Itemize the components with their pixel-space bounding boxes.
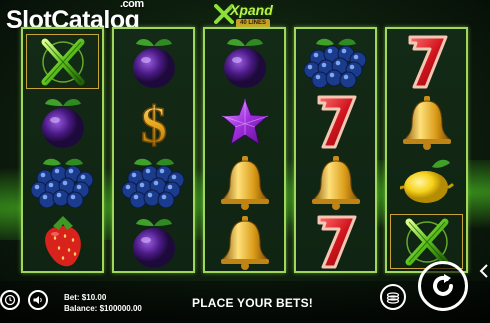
plum-icon: [205, 31, 284, 92]
watermark-suffix: .com: [120, 0, 144, 10]
reel-2: $: [112, 27, 195, 273]
bet-label: Bet:: [64, 293, 80, 302]
history-icon: [4, 294, 16, 306]
bell-icon: [296, 151, 375, 212]
reel-5: [385, 27, 468, 273]
bet-coins-button[interactable]: [380, 284, 406, 310]
sound-icon: [33, 296, 42, 304]
reel-3: [203, 27, 286, 273]
seven-icon: [296, 91, 375, 152]
strawberry-icon: [23, 211, 102, 272]
blueberries-icon: [23, 151, 102, 212]
bet-value: $10.00: [81, 293, 107, 302]
xpand-wild-icon: [23, 31, 102, 92]
bell-icon: [205, 151, 284, 212]
blueberries-icon: [296, 31, 375, 92]
seven-icon: [296, 211, 375, 272]
lemon-icon: [387, 151, 466, 212]
star-icon: [205, 91, 284, 152]
blueberries-icon: [114, 151, 193, 212]
balance-label: Balance:: [64, 304, 98, 313]
menu-toggle[interactable]: [478, 262, 490, 280]
svg-text:$: $: [141, 97, 167, 150]
bet-info: Bet: $10.00 Balance: $100000.00: [64, 292, 142, 314]
game-logo: Xpand 40 LINES: [214, 2, 278, 30]
spin-icon: [433, 274, 453, 296]
plum-icon: [114, 31, 193, 92]
spin-button[interactable]: [418, 261, 468, 311]
plum-icon: [114, 211, 193, 272]
bell-icon: [387, 91, 466, 152]
sound-button[interactable]: [28, 290, 48, 310]
reel-1: [21, 27, 104, 273]
balance-value: $100000.00: [99, 304, 142, 313]
seven-icon: [387, 31, 466, 92]
dollar-icon: $: [114, 91, 193, 152]
history-button[interactable]: [0, 290, 20, 310]
plum-icon: [23, 91, 102, 152]
bell-icon: [205, 211, 284, 272]
status-message: PLACE YOUR BETS!: [192, 296, 313, 310]
chevron-left-icon: [479, 264, 488, 278]
coins-icon: [386, 292, 400, 304]
wild-frame: [26, 34, 99, 89]
wild-frame: [390, 214, 463, 269]
game-logo-name: Xpand: [230, 2, 273, 18]
reel-4: [294, 27, 377, 273]
